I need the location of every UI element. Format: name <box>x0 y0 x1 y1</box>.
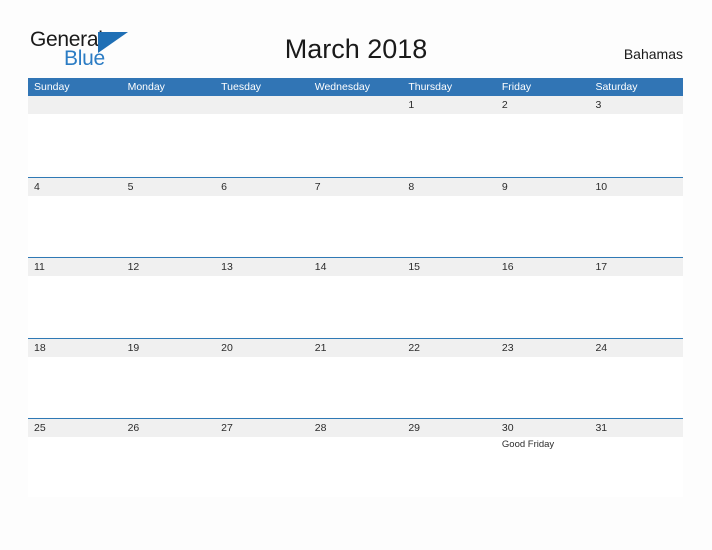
weekday-header-monday: Monday <box>127 81 165 93</box>
day-number[interactable]: 22 <box>402 339 496 357</box>
page-title: March 2018 <box>284 34 428 64</box>
day-number[interactable]: 16 <box>496 258 590 276</box>
day-events[interactable] <box>309 196 403 256</box>
weekday-header-wednesday: Wednesday <box>314 81 370 93</box>
day-number[interactable]: 14 <box>309 258 403 276</box>
day-events[interactable] <box>496 276 590 336</box>
day-number[interactable]: 1 <box>402 96 496 114</box>
week-date-band: 11 12 13 14 15 16 17 <box>28 258 683 276</box>
week-row: 4 5 6 7 8 9 10 <box>28 176 683 258</box>
week-date-band: 4 5 6 7 8 9 10 <box>28 177 683 196</box>
day-events[interactable] <box>589 196 683 256</box>
weekday-header-tuesday: Tuesday <box>221 81 262 93</box>
week-event-band: Good Friday <box>28 437 683 497</box>
day-events[interactable] <box>122 196 216 256</box>
day-events[interactable] <box>402 357 496 417</box>
calendar-grid: Sunday Monday Tuesday Wednesday Thursday… <box>28 78 683 500</box>
day-events[interactable] <box>402 114 496 174</box>
day-number[interactable] <box>215 96 309 114</box>
day-number[interactable]: 25 <box>28 419 122 437</box>
day-events[interactable] <box>589 357 683 417</box>
day-number[interactable]: 28 <box>309 419 403 437</box>
day-number[interactable]: 8 <box>402 178 496 196</box>
day-number[interactable]: 18 <box>28 339 122 357</box>
day-number[interactable]: 27 <box>215 419 309 437</box>
day-number[interactable]: 24 <box>589 339 683 357</box>
day-number[interactable]: 26 <box>122 419 216 437</box>
day-events[interactable] <box>215 276 309 336</box>
day-number[interactable]: 7 <box>309 178 403 196</box>
week-event-band <box>28 356 683 417</box>
day-events[interactable] <box>28 437 122 497</box>
day-events[interactable] <box>496 357 590 417</box>
week-event-band <box>28 195 683 256</box>
day-number[interactable]: 31 <box>589 419 683 437</box>
day-events[interactable] <box>215 357 309 417</box>
calendar-page: General Blue March 2018 Bahamas Sunday M… <box>0 0 712 550</box>
day-events[interactable] <box>28 357 122 417</box>
weekday-header-row: Sunday Monday Tuesday Wednesday Thursday… <box>28 78 683 96</box>
weekday-header-saturday: Saturday <box>595 81 638 93</box>
day-events[interactable]: Good Friday <box>496 437 590 497</box>
day-number[interactable]: 15 <box>402 258 496 276</box>
week-date-band: 25 26 27 28 29 30 31 <box>28 419 683 437</box>
day-events[interactable] <box>215 437 309 497</box>
week-event-band <box>28 276 683 336</box>
day-number[interactable]: 5 <box>122 178 216 196</box>
day-events[interactable] <box>122 437 216 497</box>
day-number[interactable]: 6 <box>215 178 309 196</box>
page-header: General Blue March 2018 Bahamas <box>0 0 712 78</box>
weekday-header-thursday: Thursday <box>408 81 453 93</box>
day-events[interactable] <box>309 114 403 174</box>
day-number[interactable]: 11 <box>28 258 122 276</box>
day-events[interactable] <box>28 276 122 336</box>
day-events[interactable] <box>589 437 683 497</box>
day-number[interactable]: 10 <box>589 178 683 196</box>
day-events[interactable] <box>215 114 309 174</box>
day-number[interactable]: 21 <box>309 339 403 357</box>
day-number[interactable]: 13 <box>215 258 309 276</box>
day-number[interactable]: 30 <box>496 419 590 437</box>
country-label: Bahamas <box>623 46 683 62</box>
weekday-header-sunday: Sunday <box>34 81 70 93</box>
day-events[interactable] <box>309 276 403 336</box>
week-row: 18 19 20 21 22 23 24 <box>28 337 683 419</box>
day-number[interactable]: 29 <box>402 419 496 437</box>
day-events[interactable] <box>309 357 403 417</box>
day-number[interactable]: 17 <box>589 258 683 276</box>
day-number[interactable] <box>122 96 216 114</box>
week-date-band: 18 19 20 21 22 23 24 <box>28 338 683 357</box>
week-event-band <box>28 114 683 174</box>
week-row: 25 26 27 28 29 30 31 Good Friday <box>28 418 683 500</box>
day-events[interactable] <box>496 114 590 174</box>
day-events[interactable] <box>215 196 309 256</box>
day-number[interactable] <box>28 96 122 114</box>
week-row: 11 12 13 14 15 16 17 <box>28 257 683 338</box>
weekday-header-friday: Friday <box>501 81 532 93</box>
day-event-label: Good Friday <box>501 439 555 450</box>
day-number[interactable]: 9 <box>496 178 590 196</box>
day-events[interactable] <box>589 114 683 174</box>
day-events[interactable] <box>28 114 122 174</box>
day-events[interactable] <box>28 196 122 256</box>
week-row: 1 2 3 <box>28 96 683 177</box>
day-number[interactable]: 19 <box>122 339 216 357</box>
day-events[interactable] <box>589 276 683 336</box>
day-events[interactable] <box>402 276 496 336</box>
day-events[interactable] <box>122 276 216 336</box>
day-number[interactable]: 23 <box>496 339 590 357</box>
day-events[interactable] <box>402 437 496 497</box>
day-events[interactable] <box>309 437 403 497</box>
day-number[interactable] <box>309 96 403 114</box>
day-number[interactable]: 3 <box>589 96 683 114</box>
day-number[interactable]: 4 <box>28 178 122 196</box>
day-events[interactable] <box>122 114 216 174</box>
day-events[interactable] <box>402 196 496 256</box>
day-number[interactable]: 12 <box>122 258 216 276</box>
week-date-band: 1 2 3 <box>28 96 683 114</box>
day-number[interactable]: 20 <box>215 339 309 357</box>
day-events[interactable] <box>122 357 216 417</box>
day-events[interactable] <box>496 196 590 256</box>
day-number[interactable]: 2 <box>496 96 590 114</box>
